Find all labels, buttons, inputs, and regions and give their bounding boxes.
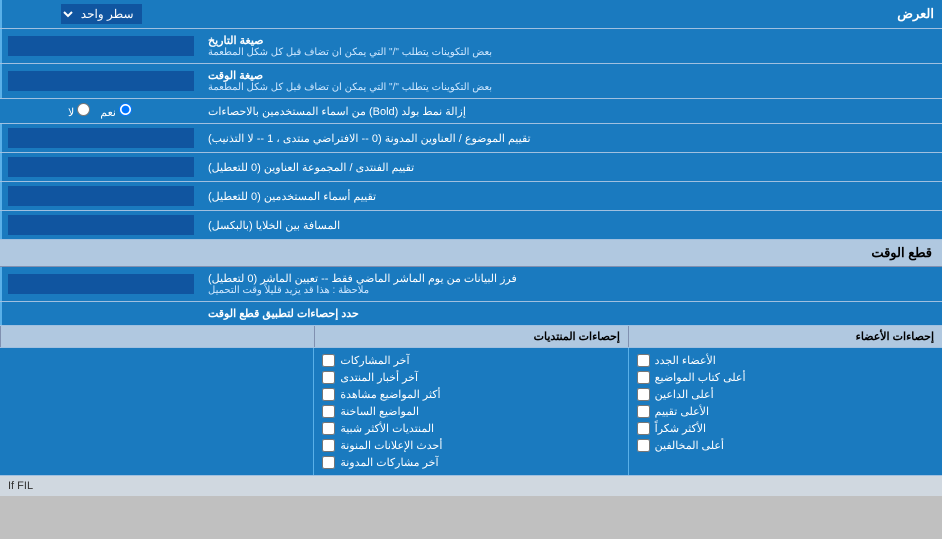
bold-radio-no-label: لا (68, 103, 90, 119)
cutoff-input-cell[interactable]: 0 (0, 267, 200, 301)
topic-rating-input[interactable]: 33 (8, 128, 194, 148)
bottom-text: If FIL (8, 480, 33, 492)
cell-spacing-label: المسافة بين الخلايا (بالبكسل) (200, 211, 942, 239)
hot-topics-checkbox[interactable] (322, 405, 335, 418)
time-format-input[interactable]: H:i (8, 71, 194, 91)
checkbox-last-news[interactable]: آخر أخبار المنتدى (322, 369, 619, 386)
latest-ads-label: أحدث الإعلانات المنونة (340, 439, 442, 452)
top-callers-checkbox[interactable] (637, 388, 650, 401)
last-posts-checkbox[interactable] (322, 354, 335, 367)
last-blog-checkbox[interactable] (322, 456, 335, 469)
cell-spacing-input-cell[interactable]: 2 (0, 211, 200, 239)
stats-header-label: حدد إحصاءات لتطبيق قطع الوقت (200, 302, 942, 325)
usernames-rating-label: تقييم أسماء المستخدمين (0 للتعطيل) (200, 182, 942, 210)
checkbox-most-viewed[interactable]: أكثر المواضيع مشاهدة (322, 386, 619, 403)
bold-label: إزالة نمط بولد (Bold) من اسماء المستخدمي… (200, 99, 942, 123)
checkbox-most-similar[interactable]: المنتديات الأكثر شبية (322, 420, 619, 437)
most-viewed-label: أكثر المواضيع مشاهدة (340, 388, 440, 401)
top-rated-checkbox[interactable] (637, 405, 650, 418)
last-news-checkbox[interactable] (322, 371, 335, 384)
topic-rating-label: تقييم الموضوع / العناوين المدونة (0 -- ا… (200, 124, 942, 152)
time-format-label: صيغة الوقت بعض التكوينات يتطلب "/" التي … (200, 64, 942, 98)
cutoff-section-header: قطع الوقت (0, 240, 942, 267)
bottom-bar: If FIL (0, 476, 942, 496)
new-members-checkbox[interactable] (637, 354, 650, 367)
date-format-input[interactable]: d-m (8, 36, 194, 56)
checkbox-most-thanks[interactable]: الأكثر شكراً (637, 420, 934, 437)
bold-radio-yes-label: نعم (100, 103, 132, 119)
col1-header (0, 326, 314, 347)
bold-radio-no[interactable] (77, 103, 90, 116)
top-callers-label: أعلى الداعين (655, 388, 714, 401)
date-format-label: صيغة التاريخ بعض التكوينات يتطلب "/" الت… (200, 29, 942, 63)
top-rated-label: الأعلى تقييم (655, 405, 709, 418)
topic-rating-input-cell[interactable]: 33 (0, 124, 200, 152)
forum-titles-input-cell[interactable]: 33 (0, 153, 200, 181)
cutoff-input[interactable]: 0 (8, 274, 194, 294)
usernames-rating-input-cell[interactable]: 0 (0, 182, 200, 210)
most-thanks-label: الأكثر شكراً (655, 422, 706, 435)
forum-titles-label: تقييم الفنتدى / المجموعة العناوين (0 للت… (200, 153, 942, 181)
lines-dropdown[interactable]: سطر واحد (61, 4, 142, 24)
col3-header: إحصاءات الأعضاء (628, 326, 942, 347)
last-news-label: آخر أخبار المنتدى (340, 371, 418, 384)
forum-titles-input[interactable]: 33 (8, 157, 194, 177)
bold-radio-yes[interactable] (119, 103, 132, 116)
time-format-input-cell[interactable]: H:i (0, 64, 200, 98)
checkbox-new-members[interactable]: الأعضاء الجدد (637, 352, 934, 369)
members-stats-col: الأعضاء الجدد أعلى كتاب المواضيع أعلى ال… (628, 348, 942, 475)
usernames-rating-input[interactable]: 0 (8, 186, 194, 206)
last-posts-label: آخر المشاركات (340, 354, 409, 367)
date-format-input-cell[interactable]: d-m (0, 29, 200, 63)
top-violations-label: أعلى المخالفين (655, 439, 724, 452)
checkbox-top-violations[interactable]: أعلى المخالفين (637, 437, 934, 454)
most-similar-label: المنتديات الأكثر شبية (340, 422, 434, 435)
most-thanks-checkbox[interactable] (637, 422, 650, 435)
dropdown-cell[interactable]: سطر واحد (0, 0, 200, 28)
cutoff-label: فرز البيانات من يوم الماشر الماضي فقط --… (200, 267, 942, 301)
new-members-label: الأعضاء الجدد (655, 354, 716, 367)
checkbox-last-blog[interactable]: آخر مشاركات المدونة (322, 454, 619, 471)
col2-header: إحصاءات المنتديات (314, 326, 628, 347)
most-viewed-checkbox[interactable] (322, 388, 335, 401)
forums-stats-col: آخر المشاركات آخر أخبار المنتدى أكثر الم… (313, 348, 627, 475)
page-title: العرض (200, 0, 942, 28)
top-violations-checkbox[interactable] (637, 439, 650, 452)
top-authors-checkbox[interactable] (637, 371, 650, 384)
checkbox-top-rated[interactable]: الأعلى تقييم (637, 403, 934, 420)
most-similar-checkbox[interactable] (322, 422, 335, 435)
top-authors-label: أعلى كتاب المواضيع (655, 371, 746, 384)
last-blog-label: آخر مشاركات المدونة (340, 456, 438, 469)
cell-spacing-input[interactable]: 2 (8, 215, 194, 235)
empty-col (0, 348, 313, 475)
checkbox-latest-ads[interactable]: أحدث الإعلانات المنونة (322, 437, 619, 454)
checkbox-last-posts[interactable]: آخر المشاركات (322, 352, 619, 369)
checkbox-hot-topics[interactable]: المواضيع الساخنة (322, 403, 619, 420)
latest-ads-checkbox[interactable] (322, 439, 335, 452)
checkbox-top-callers[interactable]: أعلى الداعين (637, 386, 934, 403)
hot-topics-label: المواضيع الساخنة (340, 405, 419, 418)
checkbox-top-authors[interactable]: أعلى كتاب المواضيع (637, 369, 934, 386)
bold-radio-cell[interactable]: نعم لا (0, 99, 200, 123)
